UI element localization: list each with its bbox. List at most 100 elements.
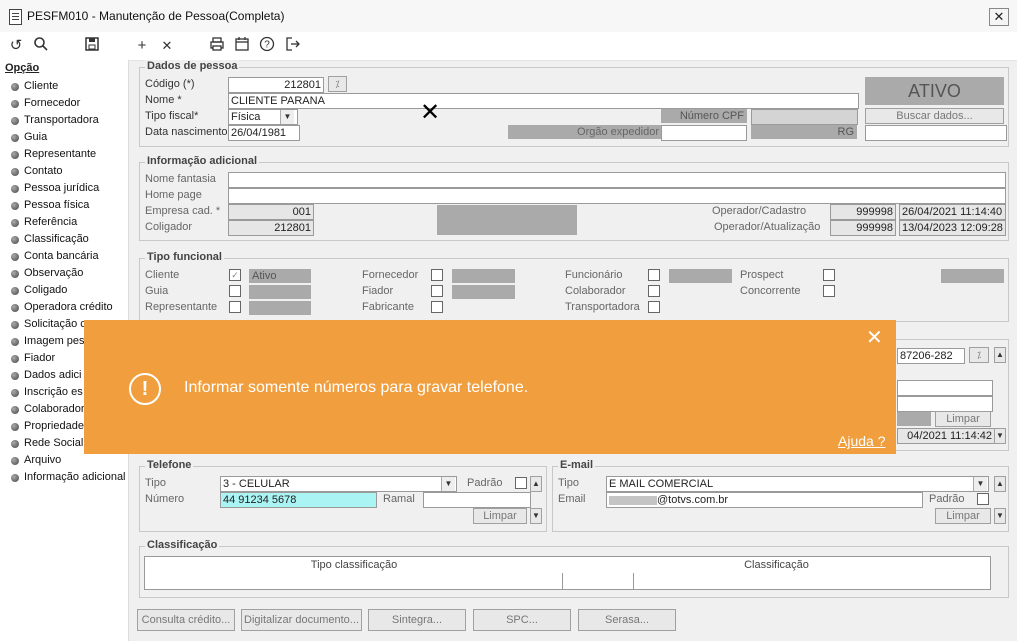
chevron-down-icon[interactable]: ▼ xyxy=(973,477,987,491)
cliente-checkbox[interactable]: ✓ xyxy=(229,269,241,281)
sidebar-item[interactable]: Referência xyxy=(0,214,128,231)
fabricante-label: Fabricante xyxy=(362,301,414,313)
representante-status xyxy=(249,301,311,315)
sidebar-item-label: Fiador xyxy=(24,352,56,364)
table-cell[interactable] xyxy=(563,573,634,590)
orgao-field[interactable] xyxy=(661,125,747,141)
email-redacted xyxy=(609,495,657,505)
sidebar-item[interactable]: Pessoa física xyxy=(0,197,128,214)
buscar-dados-button[interactable]: Buscar dados... xyxy=(865,108,1004,124)
save-icon[interactable] xyxy=(82,36,102,56)
undo-icon[interactable]: ↺ xyxy=(6,36,26,56)
window-close-button[interactable]: ✕ xyxy=(989,8,1009,26)
codigo-field[interactable]: 212801 xyxy=(228,77,324,93)
chevron-down-icon[interactable]: ▼ xyxy=(280,110,294,124)
fornecedor-checkbox[interactable] xyxy=(431,269,443,281)
sidebar-item[interactable]: Contato xyxy=(0,163,128,180)
transportadora-checkbox[interactable] xyxy=(648,301,660,313)
consulta-credito-button[interactable]: Consulta crédito... xyxy=(137,609,235,631)
toast-help-link[interactable]: Ajuda ? xyxy=(838,433,885,449)
serasa-button[interactable]: Serasa... xyxy=(578,609,676,631)
table-cell[interactable] xyxy=(214,573,563,590)
chevron-down-icon[interactable]: ▼ xyxy=(441,477,455,491)
sidebar-item[interactable]: Observação xyxy=(0,265,128,282)
empresa-label: Empresa cad. * xyxy=(145,205,221,217)
nascimento-field[interactable]: 26/04/1981 xyxy=(228,125,300,141)
cep-lookup-button[interactable]: ⁒ xyxy=(969,347,989,363)
fornecedor-label: Fornecedor xyxy=(362,269,419,281)
fantasia-field[interactable] xyxy=(228,172,1006,188)
sidebar-item[interactable]: Conta bancária xyxy=(0,248,128,265)
email-scroll-up[interactable]: ▲ xyxy=(994,476,1006,492)
homepage-field[interactable] xyxy=(228,188,1006,204)
help-icon[interactable]: ? xyxy=(257,36,277,56)
exit-icon[interactable] xyxy=(283,36,303,56)
calendar-icon[interactable] xyxy=(232,36,252,56)
telefone-tipo-select[interactable]: 3 - CELULAR xyxy=(220,476,457,492)
sidebar-item-label: Guia xyxy=(24,131,48,143)
toast-close-icon[interactable]: ✕ xyxy=(866,325,883,350)
fabricante-checkbox[interactable] xyxy=(431,301,443,313)
sidebar-item[interactable]: Fornecedor xyxy=(0,95,128,112)
sidebar-item[interactable]: Classificação xyxy=(0,231,128,248)
email-padrao-label: Padrão xyxy=(929,493,965,505)
sintegra-button[interactable]: Sintegra... xyxy=(368,609,466,631)
telefone-padrao-checkbox[interactable] xyxy=(515,477,527,489)
sidebar-item[interactable]: Pessoa jurídica xyxy=(0,180,128,197)
spc-button[interactable]: SPC... xyxy=(473,609,571,631)
scroll-up-button[interactable]: ▲ xyxy=(994,347,1006,363)
representante-checkbox[interactable] xyxy=(229,301,241,313)
endereco-field-2[interactable] xyxy=(897,396,993,412)
remove-icon[interactable]: ✕ xyxy=(157,36,177,56)
endereco-limpar-button[interactable]: Limpar xyxy=(935,411,991,427)
sidebar-item[interactable]: Coligado xyxy=(0,282,128,299)
scroll-down-button[interactable]: ▼ xyxy=(994,428,1006,444)
search-icon[interactable] xyxy=(31,36,51,56)
endereco-field[interactable] xyxy=(897,380,993,396)
telefone-limpar-button[interactable]: Limpar xyxy=(473,508,527,524)
sidebar-item-label: Dados adici xyxy=(24,369,82,381)
telefone-scroll-down[interactable]: ▼ xyxy=(530,508,542,524)
column-header[interactable]: Tipo classificação xyxy=(144,556,564,574)
prospect-label: Prospect xyxy=(740,269,784,281)
table-cell[interactable] xyxy=(634,573,991,590)
email-field[interactable]: @totvs.com.br xyxy=(606,492,923,508)
colaborador-checkbox[interactable] xyxy=(648,285,660,297)
print-icon[interactable] xyxy=(207,36,227,56)
cpf-field[interactable] xyxy=(751,109,858,125)
add-icon[interactable]: + xyxy=(132,36,152,56)
nome-field[interactable]: CLIENTE PARANA xyxy=(228,93,859,109)
email-padrao-checkbox[interactable] xyxy=(977,493,989,505)
sidebar-item[interactable]: Representante xyxy=(0,146,128,163)
email-tipo-select[interactable]: E MAIL COMERCIAL xyxy=(606,476,989,492)
digitalizar-documento-button[interactable]: Digitalizar documento... xyxy=(241,609,362,631)
sidebar-item-label: Contato xyxy=(24,165,63,177)
telefone-numero-field[interactable]: 44 91234 5678 xyxy=(220,492,377,508)
rg-field[interactable] xyxy=(865,125,1007,141)
cep-field[interactable]: 87206-282 xyxy=(897,348,965,364)
homepage-label: Home page xyxy=(145,189,202,201)
concorrente-checkbox[interactable] xyxy=(823,285,835,297)
prospect-checkbox[interactable] xyxy=(823,269,835,281)
email-tipo-label: Tipo xyxy=(558,477,579,489)
sidebar-item[interactable]: Transportadora xyxy=(0,112,128,129)
group-title: Classificação xyxy=(145,539,220,551)
codigo-lookup-button[interactable]: ⁒ xyxy=(328,76,347,92)
fiador-checkbox[interactable] xyxy=(431,285,443,297)
column-header[interactable]: Classificação xyxy=(563,556,991,574)
email-scroll-down[interactable]: ▼ xyxy=(994,508,1006,524)
sidebar-item[interactable]: Arquivo xyxy=(0,452,128,469)
telefone-scroll-up[interactable]: ▲ xyxy=(530,476,542,492)
bullet-icon xyxy=(11,202,19,210)
telefone-ramal-field[interactable] xyxy=(423,492,531,508)
sidebar-item[interactable]: Cliente xyxy=(0,78,128,95)
table-cell[interactable] xyxy=(144,573,215,590)
bullet-icon xyxy=(11,474,19,482)
guia-checkbox[interactable] xyxy=(229,285,241,297)
sidebar-item[interactable]: Guia xyxy=(0,129,128,146)
email-limpar-button[interactable]: Limpar xyxy=(935,508,991,524)
bullet-icon xyxy=(11,100,19,108)
sidebar-item[interactable]: Informação adicional xyxy=(0,469,128,486)
funcionario-checkbox[interactable] xyxy=(648,269,660,281)
sidebar-item[interactable]: Operadora crédito xyxy=(0,299,128,316)
